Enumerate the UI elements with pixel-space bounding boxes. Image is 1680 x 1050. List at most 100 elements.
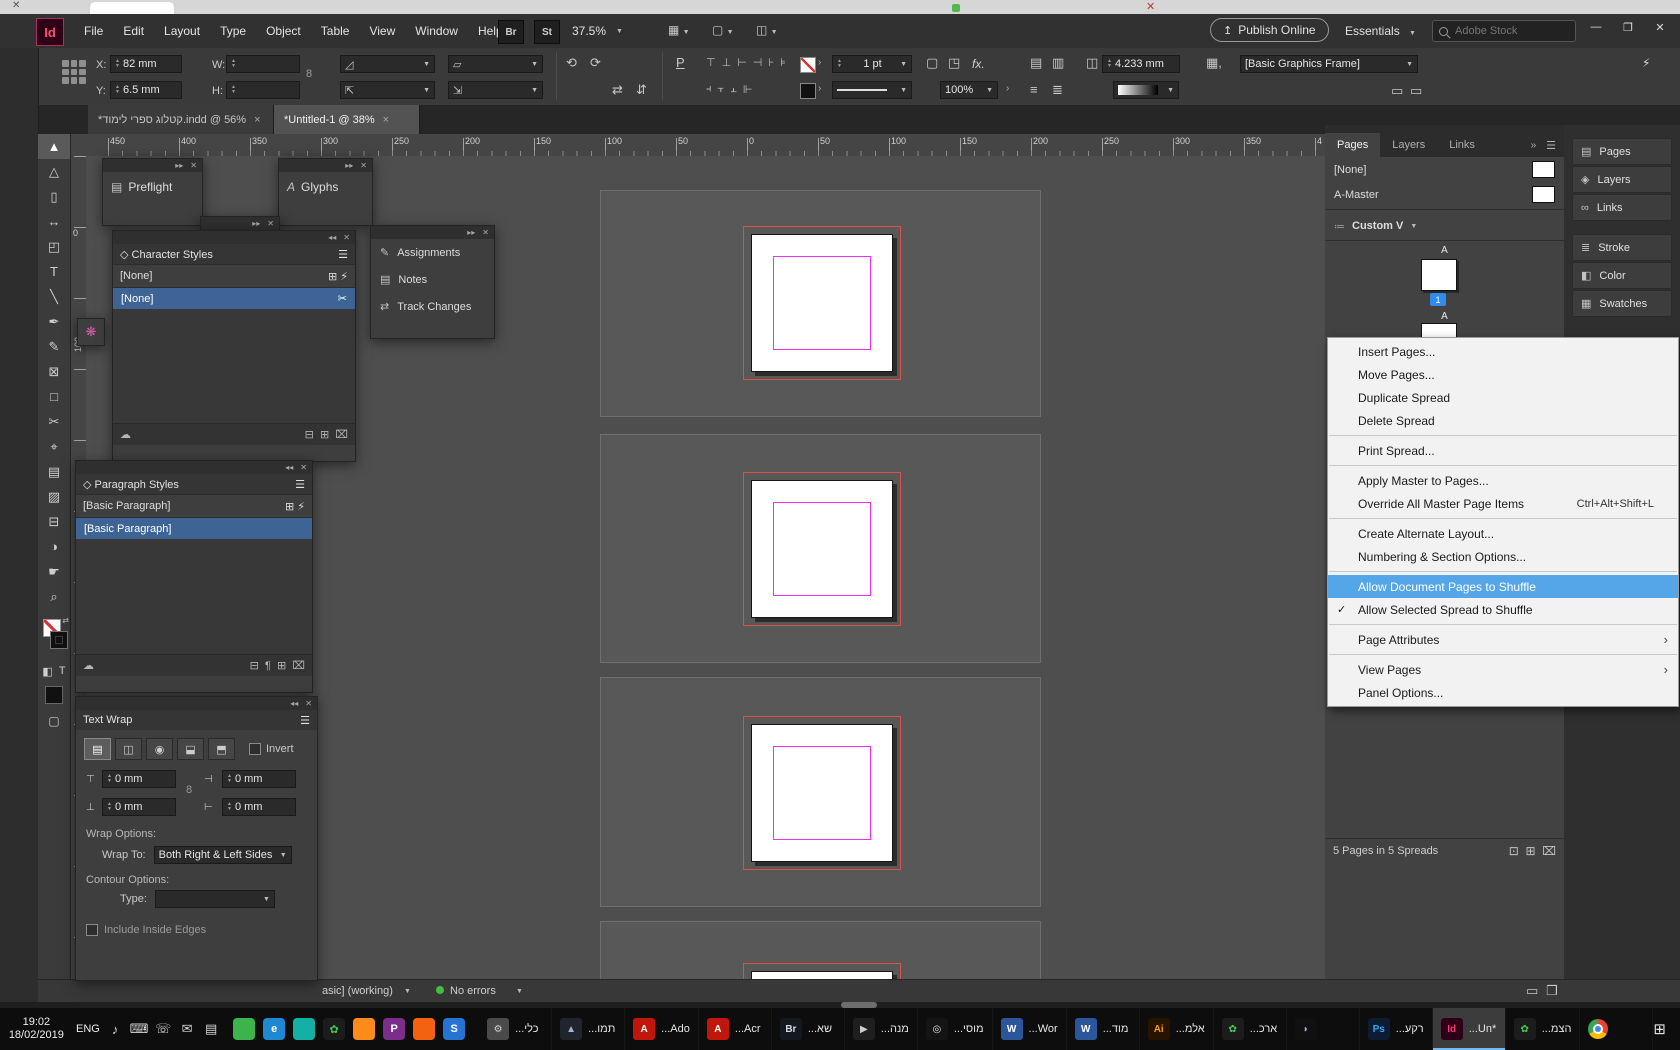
page-tool[interactable]: ▯: [38, 184, 70, 209]
master-row-none[interactable]: [None]: [1325, 157, 1564, 182]
effects-button[interactable]: fx.: [972, 57, 985, 71]
page-number-badge[interactable]: 1: [1430, 293, 1446, 306]
menu-view[interactable]: View: [359, 24, 405, 38]
phone-icon[interactable]: ☏: [151, 1021, 175, 1037]
fill-color-flyout-icon[interactable]: ›: [818, 83, 821, 94]
stock-button[interactable]: St: [534, 20, 560, 44]
formatting-text-icon[interactable]: T: [59, 665, 66, 678]
panel-collapse-icon[interactable]: ▸▸: [345, 161, 353, 170]
scissors-tool[interactable]: ✂: [38, 409, 70, 434]
close-button[interactable]: ✕: [1644, 16, 1676, 38]
y-field[interactable]: ▲▼6.5 mm: [110, 81, 182, 99]
screen-mode-dropdown[interactable]: ▢ ▼: [712, 23, 734, 37]
panel-collapse-icon[interactable]: ▸▸: [467, 228, 475, 237]
pages-view-selector[interactable]: ≔ Custom V ▼: [1325, 212, 1564, 241]
panel-close-icon[interactable]: ✕: [300, 463, 307, 472]
taskbar-app-12[interactable]: Ps...רקע: [1360, 1008, 1433, 1050]
notes-icon[interactable]: ✉: [175, 1021, 199, 1037]
style-quick-icons[interactable]: ⊞ ⚡: [285, 500, 305, 513]
app-teal[interactable]: [293, 1018, 315, 1040]
frame-fitting-alt-icon[interactable]: ≣: [1052, 83, 1063, 96]
context-menu-item-insert-pages[interactable]: Insert Pages...: [1328, 340, 1678, 363]
quick-apply-icon[interactable]: ⚡: [1642, 56, 1650, 70]
context-menu-item-apply-master-to-pages[interactable]: Apply Master to Pages...: [1328, 469, 1678, 492]
content-collector-tool[interactable]: ◰: [38, 234, 70, 259]
taskbar-app-9[interactable]: Ai...אלמ: [1140, 1008, 1214, 1050]
close-tab-icon[interactable]: ×: [383, 114, 389, 126]
zoom-tool[interactable]: ⌕: [38, 584, 70, 609]
line-tool[interactable]: ╲: [38, 284, 70, 309]
panel-collapse-icon[interactable]: ◂◂: [328, 233, 336, 242]
panel-collapse-icon[interactable]: ▸▸: [175, 161, 183, 170]
context-menu-item-allow-selected-spread-to-shuffle[interactable]: ✓Allow Selected Spread to Shuffle: [1328, 598, 1678, 621]
taskbar-app-6[interactable]: ◎...מוסי: [918, 1008, 993, 1050]
page[interactable]: [751, 971, 893, 979]
tab-layers[interactable]: Layers: [1380, 133, 1437, 157]
app-green[interactable]: [233, 1018, 255, 1040]
color-theme-tool[interactable]: ◑: [38, 534, 70, 559]
taskbar-app-14[interactable]: ✿...הצמ: [1506, 1008, 1581, 1050]
swap-fill-stroke-icon[interactable]: ⇄: [62, 616, 69, 625]
w-field[interactable]: ▲▼: [226, 55, 300, 73]
link-offsets-icon[interactable]: 8: [186, 784, 192, 796]
page[interactable]: [751, 724, 893, 862]
corner-options-icon[interactable]: ▢: [926, 56, 938, 69]
apply-color-button[interactable]: [45, 686, 63, 704]
panel-action-icons[interactable]: ⊟ ⊞ ⌧: [305, 428, 348, 441]
panel-menu-icon[interactable]: ☰: [300, 714, 310, 727]
minimize-button[interactable]: —: [1580, 16, 1612, 38]
zoom-chevron-icon[interactable]: ▼: [616, 28, 623, 35]
panel-action-icons[interactable]: ⊟ ¶ ⊞ ⌧: [250, 659, 305, 672]
zoom-level-dropdown[interactable]: 37.5%: [572, 24, 606, 38]
taskbar-app-13[interactable]: Id...Un*: [1433, 1008, 1506, 1050]
context-menu-item-print-spread[interactable]: Print Spread...: [1328, 439, 1678, 462]
fill-stroke-swatches[interactable]: ⇄: [38, 615, 70, 661]
assignments-row-assignments[interactable]: ✎Assignments: [371, 239, 494, 266]
panel-menu-icon[interactable]: ☰: [1546, 139, 1556, 152]
taskbar-app-1[interactable]: ▲...תמו: [552, 1008, 625, 1050]
gradient-combo[interactable]: ▼: [1113, 81, 1179, 99]
menu-object[interactable]: Object: [256, 24, 311, 38]
flip-vertical-button[interactable]: ⇵: [636, 83, 647, 96]
taskbar-app-0[interactable]: ⚙...כלי: [479, 1008, 552, 1050]
gap-tool[interactable]: ↔: [38, 209, 70, 234]
stroke-color-flyout-icon[interactable]: ›: [818, 57, 821, 68]
taskbar-app-10[interactable]: ✿...ארכ: [1214, 1008, 1287, 1050]
context-menu-item-duplicate-spread[interactable]: Duplicate Spread: [1328, 386, 1678, 409]
wrap-mode-button-3[interactable]: ⬓: [177, 738, 204, 760]
wrap-to-dropdown[interactable]: Both Right & Left Sides▼: [154, 846, 292, 864]
paragraph-mark-icon[interactable]: P: [676, 56, 685, 69]
panel-close-icon[interactable]: ✕: [360, 161, 367, 170]
invert-checkbox[interactable]: Invert: [249, 743, 294, 755]
top-offset-field[interactable]: ▲▼0 mm: [102, 770, 176, 788]
panel-collapse-icon[interactable]: ▸▸: [252, 219, 260, 228]
status-pasteboard-icon[interactable]: ❒: [1546, 984, 1558, 997]
master-row-a-master[interactable]: A-Master: [1325, 182, 1564, 207]
style-quick-icons[interactable]: ⊞ ⚡: [328, 270, 348, 283]
menu-edit[interactable]: Edit: [113, 24, 154, 38]
pencil-tool[interactable]: ✎: [38, 334, 70, 359]
note-tool[interactable]: ⊟: [38, 509, 70, 534]
gradient-feather-tool[interactable]: ▨: [38, 484, 70, 509]
app-purple[interactable]: P: [383, 1018, 405, 1040]
text-wrap-bounding-icon[interactable]: ▥: [1052, 56, 1064, 69]
keyboard-icon[interactable]: ⌨: [127, 1021, 151, 1037]
text-wrap-tab[interactable]: Text Wrap: [83, 714, 132, 726]
assignments-row-track-changes[interactable]: ⇄Track Changes: [371, 293, 494, 320]
panel-menu-icon[interactable]: ☰: [338, 248, 348, 261]
language-indicator[interactable]: ENG: [73, 1023, 103, 1035]
include-inside-edges-checkbox[interactable]: Include Inside Edges: [76, 910, 317, 936]
menu-layout[interactable]: Layout: [154, 24, 210, 38]
bridge-button[interactable]: Br: [498, 20, 524, 44]
panel-close-icon[interactable]: ✕: [482, 228, 489, 237]
gap-field[interactable]: ▲▼4.233 mm: [1102, 55, 1180, 73]
context-menu-item-delete-spread[interactable]: Delete Spread: [1328, 409, 1678, 432]
direct-selection-tool[interactable]: △: [38, 159, 70, 184]
page[interactable]: [751, 480, 893, 618]
horizontal-ruler[interactable]: 4504003503002502001501005005010015020025…: [70, 134, 1325, 157]
close-tab-icon[interactable]: ×: [254, 114, 260, 126]
taskbar-app-8[interactable]: W...מוד: [1067, 1008, 1140, 1050]
context-menu-item-create-alternate-layout[interactable]: Create Alternate Layout...: [1328, 522, 1678, 545]
wrap-mode-button-1[interactable]: ◫: [115, 738, 142, 760]
display-icon[interactable]: ▤: [199, 1021, 223, 1037]
